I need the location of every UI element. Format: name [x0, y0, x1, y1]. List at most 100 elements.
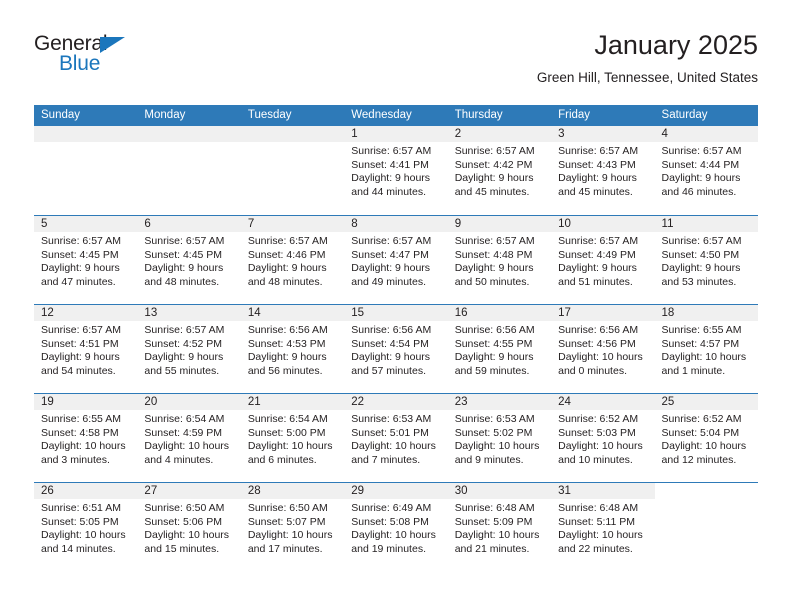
day-cell[interactable]: 27 Sunrise: 6:50 AM Sunset: 5:06 PM Dayligh… [137, 483, 241, 571]
day-cell[interactable]: 18 Sunrise: 6:55 AM Sunset: 4:57 PM Dayligh… [654, 305, 758, 393]
day-cell[interactable]: 17 Sunrise: 6:56 AM Sunset: 4:56 PM Dayligh… [551, 305, 655, 393]
day-detail-sunrise: Sunrise: 6:57 AM [351, 235, 432, 247]
calendar-page: General Blue January 2025 Green Hill, Te… [0, 0, 792, 612]
day-detail-sunrise: Sunrise: 6:56 AM [351, 324, 432, 336]
day-cell[interactable]: 12 Sunrise: 6:57 AM Sunset: 4:51 PM Dayligh… [34, 305, 138, 393]
day-detail-sunset: Sunset: 4:52 PM [144, 337, 223, 350]
day-cell[interactable]: 2 Sunrise: 6:57 AM Sunset: 4:42 PM Daylight… [447, 126, 552, 215]
day-cell[interactable]: 30 Sunrise: 6:48 AM Sunset: 5:09 PM Dayligh… [447, 483, 552, 571]
day-detail-sunrise: Sunrise: 6:50 AM [247, 502, 328, 514]
day-number: 29 [344, 483, 448, 499]
day-number: 2 [447, 126, 552, 142]
day-detail-sunrise: Sunrise: 6:50 AM [144, 502, 225, 514]
day-cell[interactable]: 11 Sunrise: 6:57 AM Sunset: 4:50 PM Dayligh… [654, 216, 758, 304]
day-details: Sunrise: 6:56 AM Sunset: 4:53 PM Daylight:… [241, 321, 344, 378]
day-detail-daylight2: and 51 minutes. [558, 275, 633, 288]
day-details: Sunrise: 6:57 AM Sunset: 4:41 PM Daylight:… [344, 142, 447, 199]
day-detail-daylight1: Daylight: 9 hours [41, 262, 120, 274]
logo-triangle-icon [100, 37, 125, 53]
day-cell[interactable]: 4 Sunrise: 6:57 AM Sunset: 4:44 PM Daylight… [654, 126, 758, 215]
day-detail-sunset: Sunset: 4:54 PM [351, 337, 429, 350]
day-cell[interactable]: 19 Sunrise: 6:55 AM Sunset: 4:58 PM Dayligh… [34, 394, 138, 482]
day-detail-sunset: Sunset: 5:11 PM [558, 515, 635, 528]
page-header: General Blue January 2025 Green Hill, Te… [34, 28, 758, 98]
day-number: 8 [344, 216, 448, 232]
day-detail-sunrise: Sunrise: 6:56 AM [247, 324, 328, 336]
day-cell[interactable]: 1 Sunrise: 6:57 AM Sunset: 4:41 PM Daylight… [344, 126, 448, 215]
day-detail-daylight2: and 47 minutes. [41, 275, 116, 288]
day-detail-sunset: Sunset: 4:45 PM [41, 248, 119, 261]
day-detail-daylight1: Daylight: 9 hours [351, 351, 431, 363]
day-cell[interactable]: 24 Sunrise: 6:52 AM Sunset: 5:03 PM Dayligh… [551, 394, 655, 482]
day-cell[interactable]: 3 Sunrise: 6:57 AM Sunset: 4:43 PM Daylight… [551, 126, 655, 215]
day-cell[interactable]: 26 Sunrise: 6:51 AM Sunset: 5:05 PM Dayligh… [34, 483, 138, 571]
day-cell[interactable]: 13 Sunrise: 6:57 AM Sunset: 4:52 PM Dayligh… [137, 305, 241, 393]
day-number: 3 [551, 126, 655, 142]
day-detail-daylight2: and 10 minutes. [558, 453, 633, 466]
day-cell[interactable]: 9 Sunrise: 6:57 AM Sunset: 4:48 PM Daylight… [447, 216, 552, 304]
day-details: Sunrise: 6:48 AM Sunset: 5:11 PM Daylight:… [551, 499, 654, 556]
day-cell[interactable]: 22 Sunrise: 6:53 AM Sunset: 5:01 PM Dayligh… [344, 394, 448, 482]
day-cell[interactable]: 28 Sunrise: 6:50 AM Sunset: 5:07 PM Dayligh… [240, 483, 345, 571]
day-detail-sunset: Sunset: 5:02 PM [454, 426, 533, 439]
day-detail-daylight1: Daylight: 9 hours [41, 351, 120, 363]
day-detail-daylight1: Daylight: 9 hours [454, 351, 534, 363]
day-cell-empty [240, 126, 345, 215]
day-detail-sunset: Sunset: 4:51 PM [41, 337, 119, 350]
day-cell[interactable]: 23 Sunrise: 6:53 AM Sunset: 5:02 PM Dayligh… [447, 394, 552, 482]
day-detail-sunset: Sunset: 5:01 PM [351, 426, 429, 439]
day-cell[interactable]: 8 Sunrise: 6:57 AM Sunset: 4:47 PM Daylight… [344, 216, 448, 304]
day-cell[interactable]: 25 Sunrise: 6:52 AM Sunset: 5:04 PM Dayligh… [654, 394, 758, 482]
day-detail-daylight2: and 59 minutes. [454, 364, 530, 377]
day-detail-sunrise: Sunrise: 6:49 AM [351, 502, 432, 514]
day-detail-daylight1: Daylight: 9 hours [558, 172, 637, 184]
day-cell[interactable]: 15 Sunrise: 6:56 AM Sunset: 4:54 PM Dayligh… [344, 305, 448, 393]
day-cell[interactable]: 21 Sunrise: 6:54 AM Sunset: 5:00 PM Dayligh… [240, 394, 345, 482]
day-detail-sunrise: Sunrise: 6:57 AM [454, 145, 535, 157]
day-number [137, 126, 241, 142]
day-cell[interactable]: 20 Sunrise: 6:54 AM Sunset: 4:59 PM Dayligh… [137, 394, 241, 482]
day-detail-daylight1: Daylight: 9 hours [144, 351, 224, 363]
day-detail-daylight2: and 4 minutes. [144, 453, 214, 466]
day-detail-daylight1: Daylight: 9 hours [351, 172, 431, 184]
day-detail-daylight2: and 56 minutes. [247, 364, 323, 377]
day-number: 28 [240, 483, 345, 499]
day-number [34, 126, 138, 142]
day-cell[interactable]: 16 Sunrise: 6:56 AM Sunset: 4:55 PM Dayligh… [447, 305, 552, 393]
day-detail-daylight2: and 57 minutes. [351, 364, 426, 377]
day-details: Sunrise: 6:57 AM Sunset: 4:45 PM Daylight:… [34, 232, 137, 289]
day-detail-daylight1: Daylight: 10 hours [661, 351, 747, 363]
day-details: Sunrise: 6:52 AM Sunset: 5:03 PM Daylight:… [551, 410, 654, 467]
day-cell[interactable]: 7 Sunrise: 6:57 AM Sunset: 4:46 PM Daylight… [240, 216, 345, 304]
day-detail-daylight1: Daylight: 9 hours [144, 262, 224, 274]
day-cell[interactable]: 10 Sunrise: 6:57 AM Sunset: 4:49 PM Dayligh… [551, 216, 655, 304]
day-detail-sunset: Sunset: 4:49 PM [558, 248, 636, 261]
day-cell[interactable]: 29 Sunrise: 6:49 AM Sunset: 5:08 PM Dayligh… [344, 483, 448, 571]
day-details: Sunrise: 6:53 AM Sunset: 5:02 PM Daylight:… [448, 410, 551, 467]
day-detail-sunset: Sunset: 4:44 PM [661, 158, 740, 171]
weekday-header-friday: Friday [558, 109, 591, 121]
day-detail-sunset: Sunset: 4:47 PM [351, 248, 429, 261]
day-detail-sunrise: Sunrise: 6:57 AM [661, 235, 742, 247]
day-number: 21 [240, 394, 345, 410]
day-number: 12 [34, 305, 138, 321]
day-cell[interactable]: 6 Sunrise: 6:57 AM Sunset: 4:45 PM Daylight… [137, 216, 241, 304]
day-detail-sunrise: Sunrise: 6:57 AM [661, 145, 742, 157]
day-detail-daylight2: and 46 minutes. [661, 185, 737, 198]
day-detail-sunrise: Sunrise: 6:55 AM [661, 324, 742, 336]
day-detail-daylight1: Daylight: 9 hours [661, 262, 741, 274]
weekday-header-sunday: Sunday [41, 109, 81, 121]
day-detail-sunrise: Sunrise: 6:57 AM [247, 235, 328, 247]
day-detail-daylight2: and 0 minutes. [558, 364, 627, 377]
day-number: 6 [137, 216, 241, 232]
day-cell[interactable]: 14 Sunrise: 6:56 AM Sunset: 4:53 PM Dayligh… [240, 305, 345, 393]
day-cell[interactable]: 31 Sunrise: 6:48 AM Sunset: 5:11 PM Dayligh… [551, 483, 655, 571]
day-cell[interactable]: 5 Sunrise: 6:57 AM Sunset: 4:45 PM Daylight… [34, 216, 138, 304]
day-details: Sunrise: 6:57 AM Sunset: 4:51 PM Daylight:… [34, 321, 137, 378]
day-details: Sunrise: 6:57 AM Sunset: 4:45 PM Daylight:… [137, 232, 240, 289]
day-detail-daylight2: and 17 minutes. [247, 542, 323, 555]
weekday-header-monday: Monday [144, 109, 186, 121]
day-details: Sunrise: 6:57 AM Sunset: 4:48 PM Daylight:… [448, 232, 551, 289]
day-detail-daylight2: and 48 minutes. [144, 275, 220, 288]
day-number: 20 [137, 394, 241, 410]
